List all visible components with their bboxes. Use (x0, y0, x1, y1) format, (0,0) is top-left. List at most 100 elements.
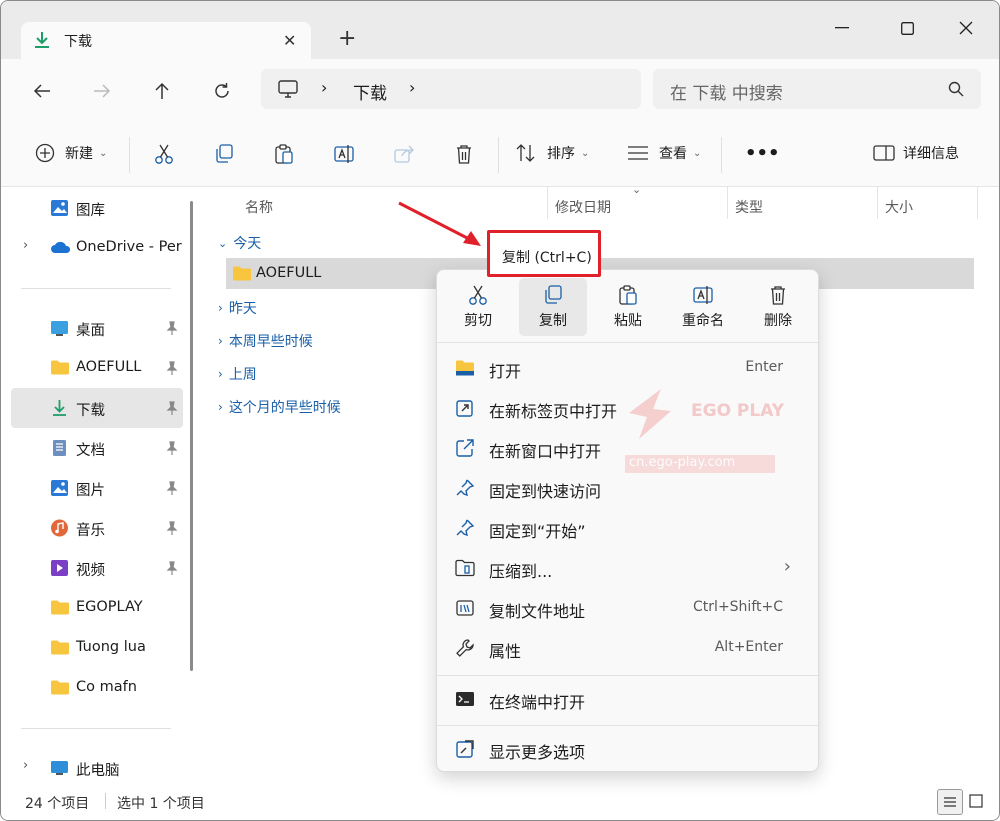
menu-item-pin-start[interactable]: 固定到“开始” (443, 510, 813, 546)
chevron-right-icon[interactable]: › (409, 78, 415, 97)
sidebar-item-downloads[interactable]: 下载 (11, 388, 183, 428)
share-button[interactable] (393, 143, 415, 165)
sidebar-item-co-mafn[interactable]: Co mafn (11, 668, 183, 708)
context-copy-button[interactable]: 复制 (519, 278, 587, 336)
pin-icon[interactable] (166, 401, 178, 419)
context-rename-button[interactable]: 重命名 (669, 278, 737, 336)
trash-icon (457, 145, 471, 164)
chevron-right-icon[interactable]: › (23, 238, 28, 253)
sidebar-item-aoefull[interactable]: AOEFULL (11, 348, 183, 388)
pin-icon[interactable] (166, 481, 178, 499)
arrow-left-icon (33, 84, 50, 98)
column-header-type[interactable]: 类型 (735, 197, 763, 217)
delete-button[interactable] (453, 143, 475, 165)
menu-item-copy-path[interactable]: 复制文件地址 Ctrl+Shift+C (443, 590, 813, 626)
navigation-bar: › 下载 › 在 下载 中搜索 (1, 59, 999, 121)
chevron-down-icon: ⌄ (693, 147, 702, 159)
refresh-button[interactable] (208, 77, 236, 105)
tiles-view-button[interactable] (969, 794, 983, 812)
copy-button[interactable] (213, 143, 235, 165)
up-button[interactable] (148, 77, 176, 105)
pin-icon[interactable] (166, 561, 178, 579)
maximize-button[interactable] (892, 15, 922, 41)
context-menu: 剪切 复制 粘贴 重命名 删除 打开 Enter 在新标签页中打开 在新窗口中打… (436, 269, 819, 772)
sidebar-item-gallery[interactable]: 图库 (11, 188, 183, 228)
paste-icon (619, 285, 637, 305)
details-view-button[interactable] (937, 789, 963, 815)
pin-start-icon (456, 519, 475, 537)
group-header-last-week[interactable]: › 上周 (218, 364, 257, 384)
cut-button[interactable] (153, 143, 175, 165)
pin-icon[interactable] (166, 441, 178, 459)
sidebar-scrollbar[interactable] (190, 201, 193, 671)
new-button[interactable]: 新建 ⌄ (35, 143, 107, 163)
sidebar-item-desktop[interactable]: 桌面 (11, 308, 183, 348)
close-tab-icon[interactable]: ✕ (283, 31, 296, 50)
sidebar-item-videos[interactable]: 视频 (11, 548, 183, 588)
back-button[interactable] (28, 77, 56, 105)
copy-icon (216, 144, 233, 163)
folder-icon (50, 679, 69, 697)
refresh-icon (215, 83, 229, 98)
menu-divider (437, 725, 818, 726)
document-icon (50, 439, 69, 457)
new-tab-icon (456, 400, 473, 417)
view-button[interactable]: 查看 ⌄ (627, 143, 701, 163)
pin-icon[interactable] (166, 521, 178, 539)
details-pane-button[interactable]: 详细信息 (873, 143, 959, 163)
group-header-today[interactable]: ⌄ 今天 (218, 233, 261, 253)
arrow-right-icon (94, 84, 111, 98)
menu-item-properties[interactable]: 属性 Alt+Enter (443, 630, 813, 666)
more-options-icon (456, 740, 474, 758)
sidebar-item-onedrive[interactable]: › OneDrive - Per (11, 228, 183, 268)
column-divider[interactable] (877, 187, 878, 219)
column-header-name[interactable]: 名称 (245, 197, 273, 217)
chevron-right-icon[interactable]: › (321, 78, 327, 97)
sidebar-item-tuong-lua[interactable]: Tuong lua (11, 628, 183, 668)
pictures-icon (50, 479, 69, 497)
trash-icon (771, 286, 785, 305)
sort-button[interactable]: 排序 ⌄ (515, 143, 589, 163)
column-divider[interactable] (547, 187, 548, 219)
menu-item-compress[interactable]: 压缩到... › (443, 550, 813, 586)
sidebar-item-music[interactable]: 音乐 (11, 508, 183, 548)
menu-item-more-options[interactable]: 显示更多选项 (443, 731, 813, 767)
group-header-earlier-month[interactable]: › 这个月的早些时候 (218, 397, 341, 417)
menu-item-open-terminal[interactable]: 在终端中打开 (443, 681, 813, 717)
tab-downloads[interactable]: 下载 ✕ (21, 22, 311, 59)
more-options-button[interactable]: ••• (745, 143, 780, 164)
column-header-size[interactable]: 大小 (885, 197, 913, 217)
new-tab-button[interactable]: + (338, 26, 356, 52)
sidebar-item-egoplay[interactable]: EGOPLAY (11, 588, 183, 628)
column-header-modified[interactable]: 修改日期 (555, 197, 611, 217)
breadcrumb-downloads[interactable]: 下载 (353, 79, 387, 104)
download-icon (33, 30, 51, 54)
context-delete-button[interactable]: 删除 (744, 278, 812, 336)
share-icon (394, 145, 414, 163)
pin-icon[interactable] (166, 361, 178, 379)
chevron-right-icon[interactable]: › (23, 758, 28, 773)
sidebar-item-pictures[interactable]: 图片 (11, 468, 183, 508)
address-bar[interactable]: › 下载 › (261, 69, 641, 109)
context-paste-button[interactable]: 粘贴 (594, 278, 662, 336)
sidebar-item-this-pc[interactable]: › 此电脑 (11, 748, 183, 788)
folder-icon (50, 359, 69, 377)
details-pane-icon (873, 145, 895, 161)
context-cut-button[interactable]: 剪切 (444, 278, 512, 336)
pin-icon[interactable] (166, 321, 178, 339)
toolbar-divider (721, 137, 722, 173)
group-header-earlier-week[interactable]: › 本周早些时候 (218, 331, 313, 351)
ego-play-logo (629, 389, 671, 439)
column-divider[interactable] (727, 187, 728, 219)
new-window-icon (456, 439, 474, 457)
rename-button[interactable] (333, 143, 355, 165)
paste-button[interactable] (273, 143, 295, 165)
search-box[interactable]: 在 下载 中搜索 (653, 69, 981, 109)
minimize-button[interactable] (827, 15, 857, 41)
column-divider[interactable] (977, 187, 978, 219)
group-header-yesterday[interactable]: › 昨天 (218, 298, 257, 318)
folder-icon (50, 639, 69, 657)
forward-button[interactable] (88, 77, 116, 105)
sidebar-item-documents[interactable]: 文档 (11, 428, 183, 468)
close-window-button[interactable] (951, 15, 981, 41)
